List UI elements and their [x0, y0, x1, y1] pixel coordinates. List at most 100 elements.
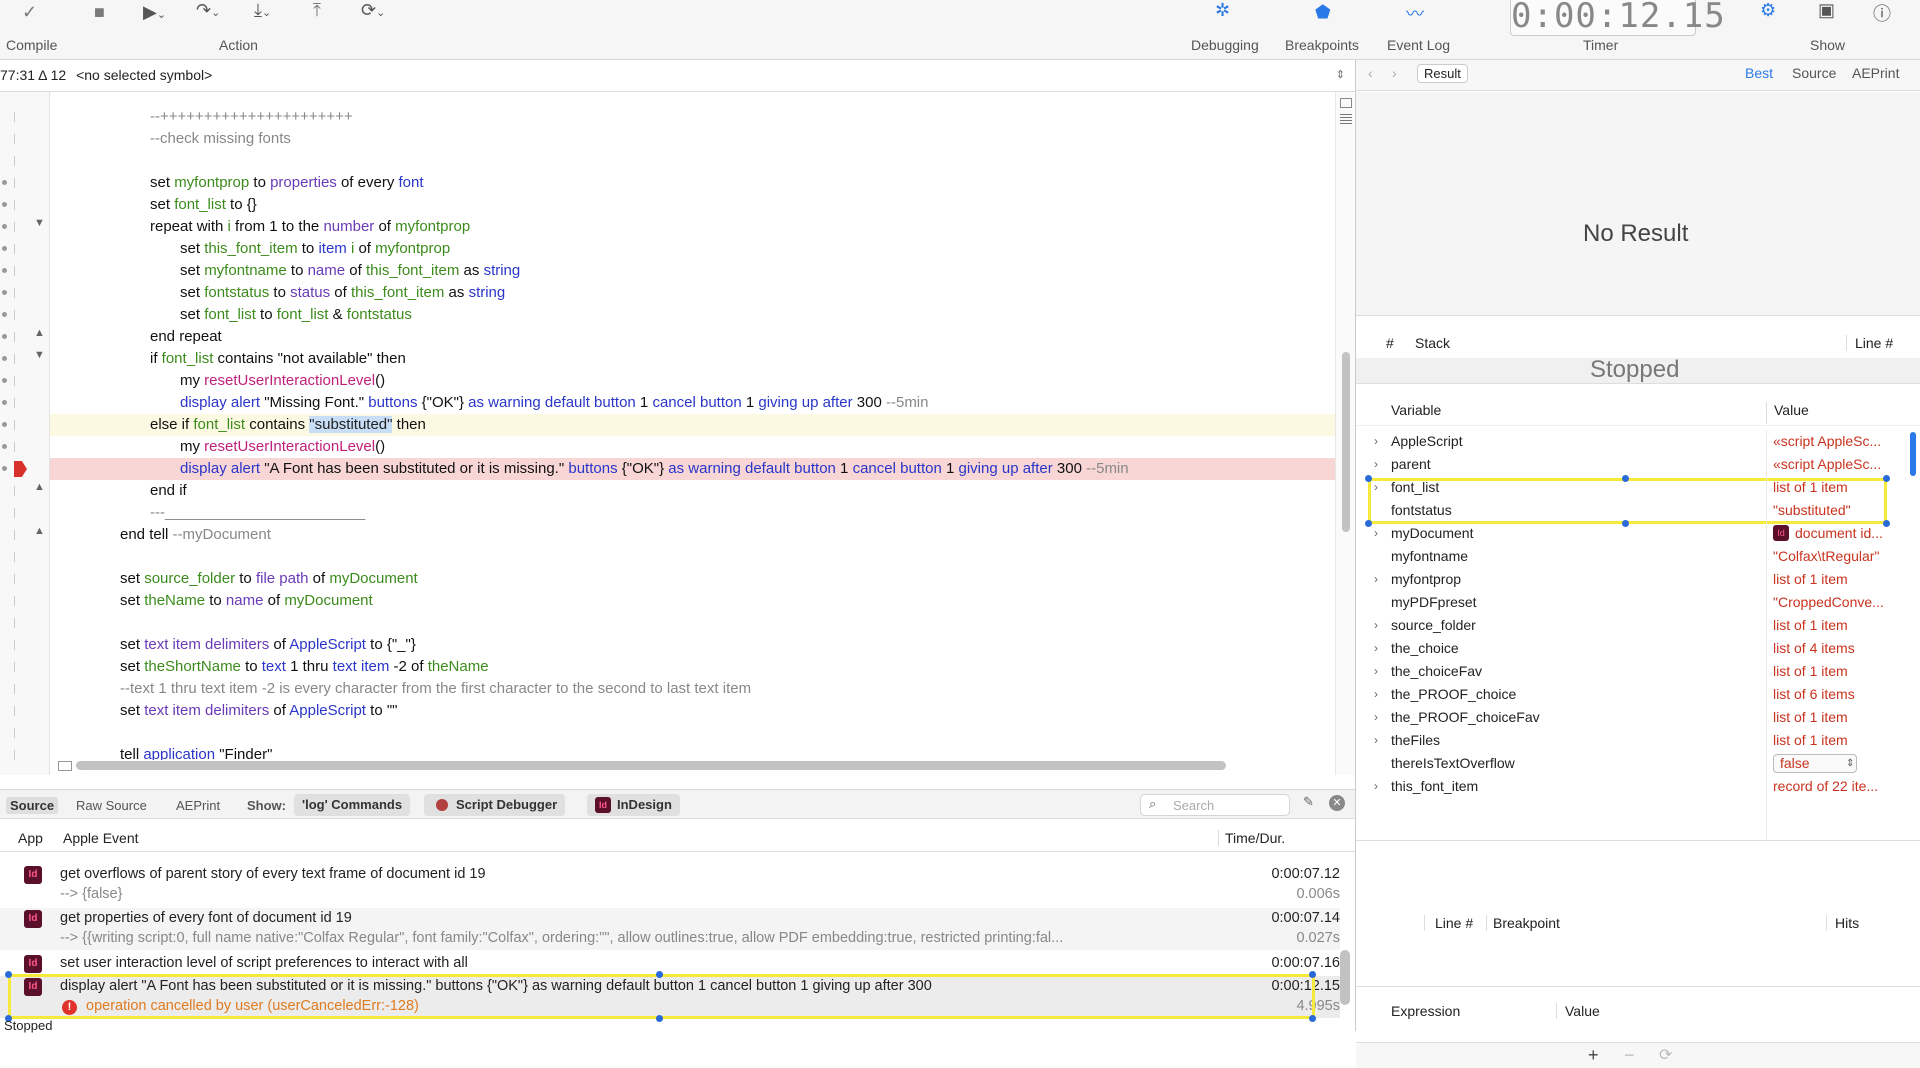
selection-handle[interactable] — [656, 1015, 663, 1022]
gutter-marker[interactable] — [14, 134, 22, 144]
list-icon[interactable] — [1340, 114, 1352, 126]
event-log-icon[interactable]: 〰 — [1406, 0, 1424, 26]
code-line[interactable]: repeat with i from 1 to the number of my… — [50, 216, 1335, 238]
vertical-scroll-thumb[interactable] — [1342, 352, 1350, 532]
disclosure-chevron-icon[interactable]: › — [1374, 683, 1378, 706]
selection-handle[interactable] — [1622, 475, 1629, 482]
selection-handle[interactable] — [1883, 520, 1890, 527]
code-line[interactable]: --check missing fonts — [50, 128, 1335, 150]
variable-row[interactable]: › the_PROOF_choiceFav list of 1 item — [1356, 706, 1920, 729]
disclosure-chevron-icon[interactable]: › — [1374, 729, 1378, 752]
line-gutter[interactable]: ▼ ▲ ▼ ▲ ▲ — [0, 92, 50, 775]
disclosure-chevron-icon[interactable]: › — [1374, 568, 1378, 591]
show-label[interactable]: Show — [1810, 37, 1845, 53]
selection-handle[interactable] — [1883, 475, 1890, 482]
symbol-bar[interactable]: 77:31 Δ 12 <no selected symbol> ⇕ — [0, 60, 1355, 92]
log-raw-source-tab[interactable]: Raw Source — [76, 798, 147, 813]
gutter-marker[interactable] — [14, 376, 22, 386]
code-line[interactable]: end tell --myDocument — [50, 524, 1335, 546]
gutter-marker[interactable] — [14, 640, 22, 650]
code-line[interactable]: if font_list contains "not available" th… — [50, 348, 1335, 370]
remove-expression-icon[interactable]: − — [1624, 1045, 1635, 1066]
gutter-marker[interactable] — [14, 178, 22, 188]
selection-handle[interactable] — [1365, 475, 1372, 482]
info-icon[interactable]: ⓘ — [1873, 0, 1891, 26]
variable-row[interactable]: thereIsTextOverflow false ⇕ — [1356, 752, 1920, 775]
disclosure-chevron-icon[interactable]: › — [1374, 706, 1378, 729]
gutter-marker[interactable] — [14, 420, 22, 430]
checkmark-icon[interactable]: ✓ — [22, 2, 37, 23]
code-line[interactable]: set myfontname to name of this_font_item… — [50, 260, 1335, 282]
code-line[interactable]: set fontstatus to status of this_font_it… — [50, 282, 1335, 304]
code-line[interactable]: set theShortName to text 1 thru text ite… — [50, 656, 1335, 678]
fold-up-icon[interactable]: ▲ — [34, 525, 45, 537]
best-tab[interactable]: Best — [1745, 65, 1773, 81]
code-line[interactable]: my resetUserInteractionLevel() — [50, 436, 1335, 458]
code-line[interactable]: display alert "Missing Font." buttons {"… — [50, 392, 1335, 414]
updown-chevron-icon[interactable]: ⇕ — [1336, 60, 1345, 90]
breakpoints-label[interactable]: Breakpoints — [1285, 37, 1359, 53]
code-line[interactable]: end repeat — [50, 326, 1335, 348]
horizontal-scrollbar[interactable] — [58, 758, 1333, 772]
selection-handle[interactable] — [1309, 1015, 1316, 1022]
selection-handle[interactable] — [1622, 520, 1629, 527]
code-line[interactable]: ---________________________ — [50, 502, 1335, 524]
gutter-marker[interactable] — [14, 244, 22, 254]
dropdown-chevron-icon[interactable]: ⇕ — [1846, 752, 1854, 775]
selection-handle[interactable] — [1365, 520, 1372, 527]
value-column-header[interactable]: Value — [1766, 402, 1809, 424]
code-line[interactable] — [50, 546, 1335, 568]
step-over-icon[interactable]: ↷⌄ — [196, 0, 220, 21]
gutter-marker[interactable] — [14, 288, 22, 298]
variable-row[interactable]: › theFiles list of 1 item — [1356, 729, 1920, 752]
fold-down-icon[interactable]: ▼ — [34, 217, 45, 229]
gutter-marker[interactable] — [14, 156, 22, 166]
outline-icon[interactable] — [1340, 98, 1352, 108]
variable-column-header[interactable]: Variable — [1391, 402, 1441, 418]
gutter-marker[interactable] — [14, 442, 22, 452]
log-commands-filter[interactable]: 'log' Commands — [294, 794, 411, 816]
briefcase-icon[interactable]: ▣ — [1818, 0, 1835, 21]
gutter-marker[interactable] — [14, 574, 22, 584]
gutter-marker[interactable] — [14, 266, 22, 276]
fold-up-icon[interactable]: ▲ — [34, 481, 45, 493]
script-debugger-filter[interactable]: Script Debugger — [424, 794, 566, 816]
gutter-marker[interactable] — [14, 706, 22, 716]
code-line[interactable] — [50, 150, 1335, 172]
log-row[interactable]: Id set user interaction level of script p… — [0, 953, 1340, 976]
code-line[interactable]: set text item delimiters of AppleScript … — [50, 700, 1335, 722]
script-editor[interactable]: --++++++++++++++++++++++ --check missing … — [50, 92, 1335, 760]
variables-scroll-thumb[interactable] — [1910, 432, 1916, 476]
app-column-header[interactable]: App — [18, 830, 43, 846]
clear-icon[interactable]: ✕ — [1329, 795, 1345, 811]
selection-handle[interactable] — [1309, 971, 1316, 978]
eraser-icon[interactable]: ✎ — [1303, 794, 1314, 810]
gutter-marker[interactable] — [14, 596, 22, 606]
aeprint-tab[interactable]: AEPrint — [1852, 65, 1899, 81]
disclosure-chevron-icon[interactable]: › — [1374, 430, 1378, 453]
code-line[interactable]: set source_folder to file path of myDocu… — [50, 568, 1335, 590]
gear-icon[interactable]: ⚙ — [1760, 0, 1776, 21]
gutter-marker[interactable] — [14, 310, 22, 320]
gutter-marker[interactable] — [14, 750, 22, 760]
symbol-selector[interactable]: <no selected symbol> — [76, 67, 212, 83]
indesign-filter[interactable]: Id InDesign — [587, 794, 680, 816]
code-line[interactable] — [50, 722, 1335, 744]
gutter-marker[interactable] — [14, 486, 22, 496]
gutter-marker[interactable] — [14, 112, 22, 122]
fold-up-icon[interactable]: ▲ — [34, 327, 45, 339]
selection-handle[interactable] — [656, 971, 663, 978]
log-row[interactable]: Id get properties of every font of docume… — [0, 908, 1340, 950]
gutter-marker[interactable] — [14, 354, 22, 364]
stop-icon[interactable]: ■ — [94, 2, 105, 23]
code-line[interactable]: set font_list to font_list & fontstatus — [50, 304, 1335, 326]
gutter-marker[interactable] — [14, 332, 22, 342]
variable-row[interactable]: › the_choiceFav list of 1 item — [1356, 660, 1920, 683]
code-line[interactable]: set text item delimiters of AppleScript … — [50, 634, 1335, 656]
gutter-marker[interactable] — [14, 530, 22, 540]
time-column-header[interactable]: Time/Dur. — [1218, 830, 1285, 846]
variable-row[interactable]: › this_font_item record of 22 ite... — [1356, 775, 1920, 798]
vertical-scrollbar[interactable] — [1335, 92, 1355, 775]
variable-row[interactable]: › source_folder list of 1 item — [1356, 614, 1920, 637]
variable-row[interactable]: myPDFpreset "CroppedConve... — [1356, 591, 1920, 614]
